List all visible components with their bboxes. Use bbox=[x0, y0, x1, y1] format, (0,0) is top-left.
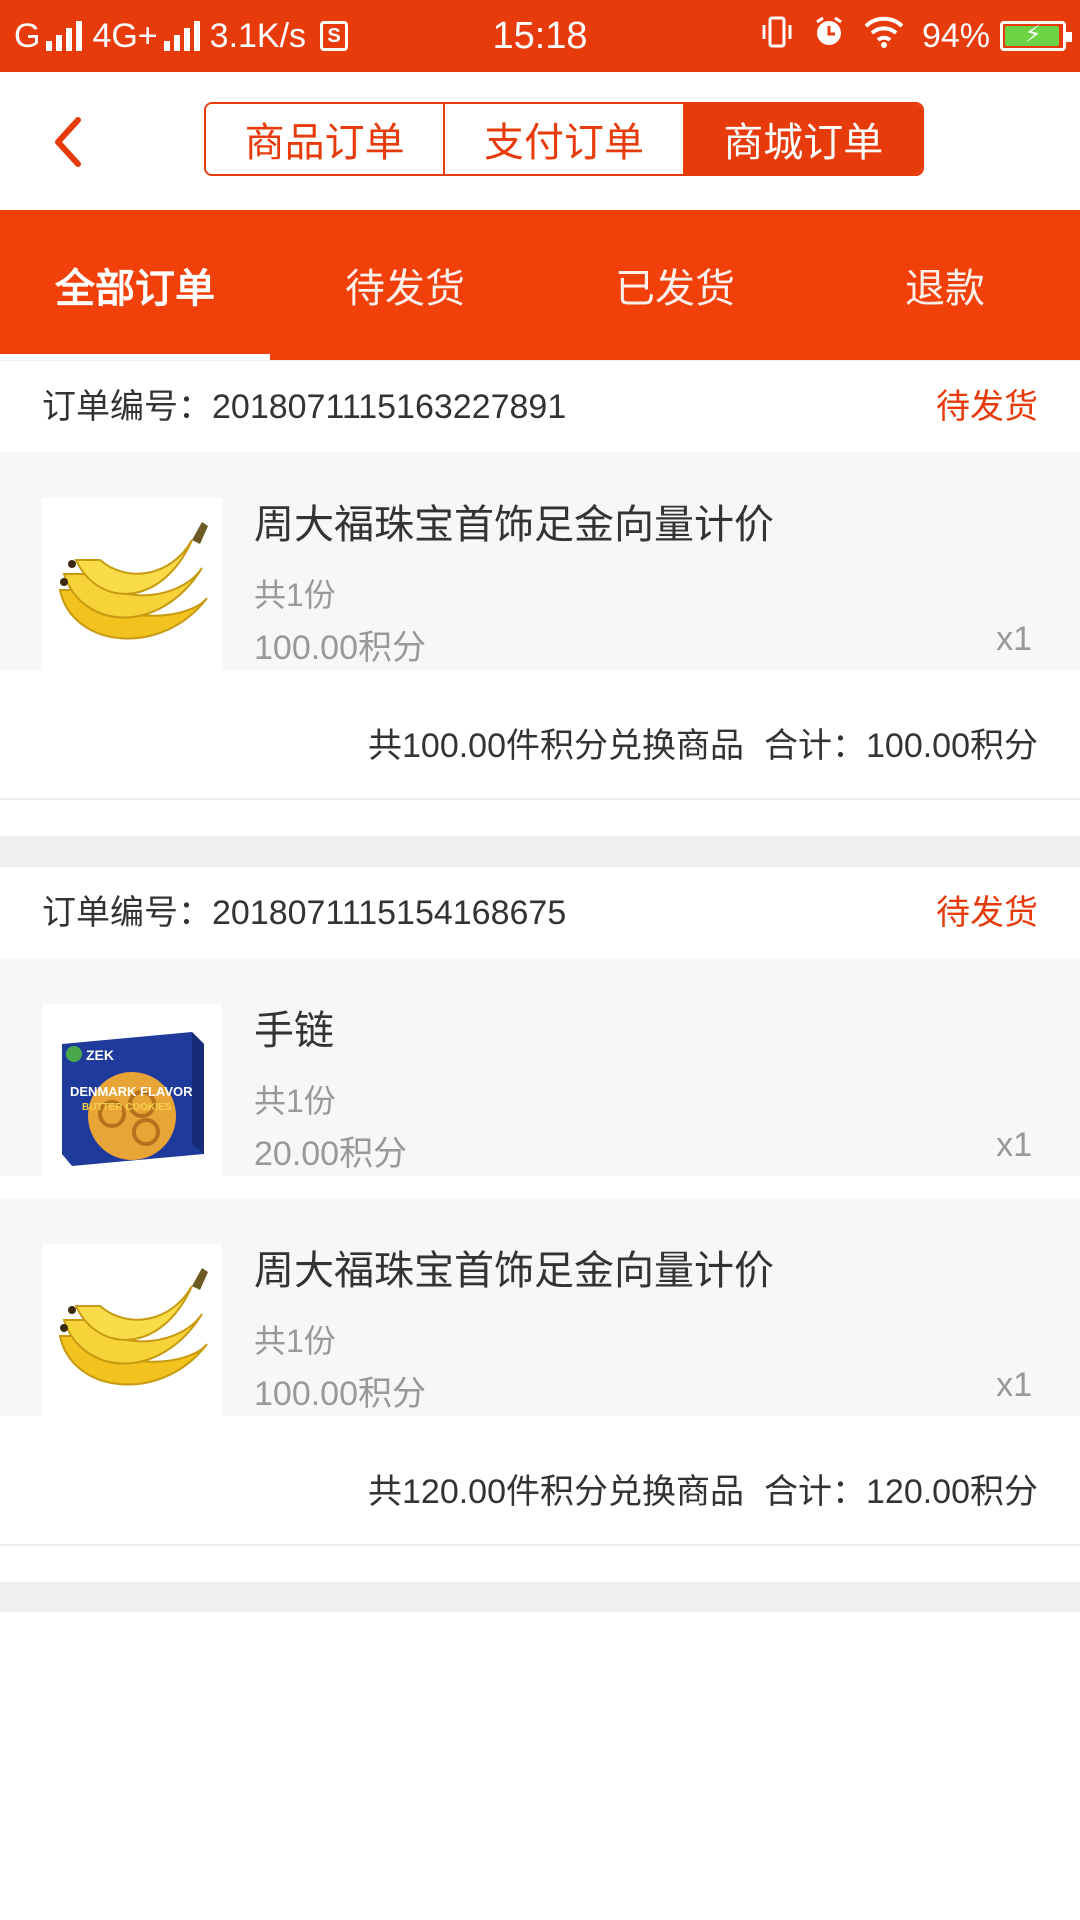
header: 商品订单 支付订单 商城订单 bbox=[0, 72, 1080, 210]
product-multiplier: x1 bbox=[996, 1126, 1032, 1164]
summary-total: 合计：120.00积分 bbox=[764, 1473, 1038, 1511]
product-image-cookies: ZEK DENMARK FLAVOR BUTTER COOKIES bbox=[42, 1004, 222, 1184]
product-multiplier: x1 bbox=[996, 620, 1032, 658]
tab-pending-shipment[interactable]: 待发货 bbox=[270, 210, 540, 360]
order-summary: 共120.00件积分兑换商品 合计：120.00积分 bbox=[348, 1438, 1038, 1546]
product-multiplier: x1 bbox=[996, 1366, 1032, 1404]
order-card[interactable]: 订单编号：2018071115154168675 待发货 ZEK DENMARK… bbox=[0, 866, 1080, 1612]
product-name: 手链 bbox=[254, 1009, 334, 1053]
order-number: 订单编号：2018071115154168675 bbox=[42, 894, 567, 932]
tab-all-orders[interactable]: 全部订单 bbox=[0, 210, 270, 360]
order-number: 订单编号：2018071115163227891 bbox=[42, 388, 567, 426]
summary-count: 共100.00件积分兑换商品 bbox=[368, 727, 744, 765]
product-name: 周大福珠宝首饰足金向量计价 bbox=[254, 1249, 774, 1293]
spacer bbox=[0, 1546, 1080, 1582]
summary-count: 共120.00件积分兑换商品 bbox=[368, 1473, 744, 1511]
order-header: 订单编号：2018071115154168675 待发货 bbox=[0, 866, 1080, 958]
product-quantity: 共1份 bbox=[254, 1323, 336, 1359]
battery-label: 94% bbox=[921, 16, 990, 55]
segment-payment-orders[interactable]: 支付订单 bbox=[445, 104, 685, 174]
banana-image bbox=[42, 498, 222, 678]
chevron-left-icon bbox=[55, 117, 81, 167]
status-bar: G 4G+ 3.1K/s S 15:18 94% ⚡ bbox=[0, 0, 1080, 72]
order-item[interactable]: 周大福珠宝首饰足金向量计价 共1份 100.00积分 x1 bbox=[0, 452, 1080, 678]
order-type-segment: 商品订单 支付订单 商城订单 bbox=[204, 102, 924, 176]
wifi-icon bbox=[864, 16, 904, 57]
order-item[interactable]: ZEK DENMARK FLAVOR BUTTER COOKIES 手链 共1份… bbox=[0, 958, 1080, 1184]
status-right: 94% ⚡ bbox=[742, 0, 1072, 72]
product-image-banana bbox=[42, 1244, 222, 1424]
alarm-icon bbox=[812, 15, 846, 58]
battery-icon: ⚡ bbox=[1000, 21, 1072, 51]
order-item[interactable]: 周大福珠宝首饰足金向量计价 共1份 100.00积分 x1 bbox=[0, 1198, 1080, 1424]
box-title: DENMARK FLAVOR bbox=[70, 1084, 193, 1099]
cookie-box-image: ZEK DENMARK FLAVOR BUTTER COOKIES bbox=[42, 1004, 222, 1184]
order-header: 订单编号：2018071115163227891 待发货 bbox=[0, 360, 1080, 452]
product-image-banana bbox=[42, 498, 222, 678]
order-list: 订单编号：2018071115163227891 待发货 周大福珠宝首饰足金向量… bbox=[0, 360, 1080, 1612]
order-status: 待发货 bbox=[936, 388, 1038, 426]
product-name: 周大福珠宝首饰足金向量计价 bbox=[254, 503, 774, 547]
summary-total: 合计：100.00积分 bbox=[764, 727, 1038, 765]
order-divider bbox=[0, 836, 1080, 866]
tab-shipped[interactable]: 已发货 bbox=[540, 210, 810, 360]
order-footer: 共120.00件积分兑换商品 合计：120.00积分 bbox=[0, 1438, 1080, 1546]
product-quantity: 共1份 bbox=[254, 1083, 336, 1119]
product-price: 100.00积分 bbox=[254, 629, 426, 667]
order-status-tabs: 全部订单 待发货 已发货 退款 bbox=[0, 210, 1080, 360]
spacer bbox=[0, 800, 1080, 836]
tab-refund[interactable]: 退款 bbox=[810, 210, 1080, 360]
order-divider bbox=[0, 1582, 1080, 1612]
box-subtitle: BUTTER COOKIES bbox=[82, 1102, 172, 1113]
banana-image bbox=[42, 1244, 222, 1424]
vibrate-icon bbox=[760, 15, 794, 58]
product-quantity: 共1份 bbox=[254, 577, 336, 613]
order-footer: 共100.00件积分兑换商品 合计：100.00积分 bbox=[0, 692, 1080, 800]
back-button[interactable] bbox=[36, 106, 106, 176]
product-price: 100.00积分 bbox=[254, 1375, 426, 1413]
box-brand: ZEK bbox=[86, 1047, 114, 1063]
segment-product-orders[interactable]: 商品订单 bbox=[206, 104, 446, 174]
order-summary: 共100.00件积分兑换商品 合计：100.00积分 bbox=[348, 692, 1038, 800]
product-price: 20.00积分 bbox=[254, 1135, 408, 1173]
order-status: 待发货 bbox=[936, 894, 1038, 932]
segment-mall-orders[interactable]: 商城订单 bbox=[684, 104, 922, 174]
order-card[interactable]: 订单编号：2018071115163227891 待发货 周大福珠宝首饰足金向量… bbox=[0, 360, 1080, 866]
